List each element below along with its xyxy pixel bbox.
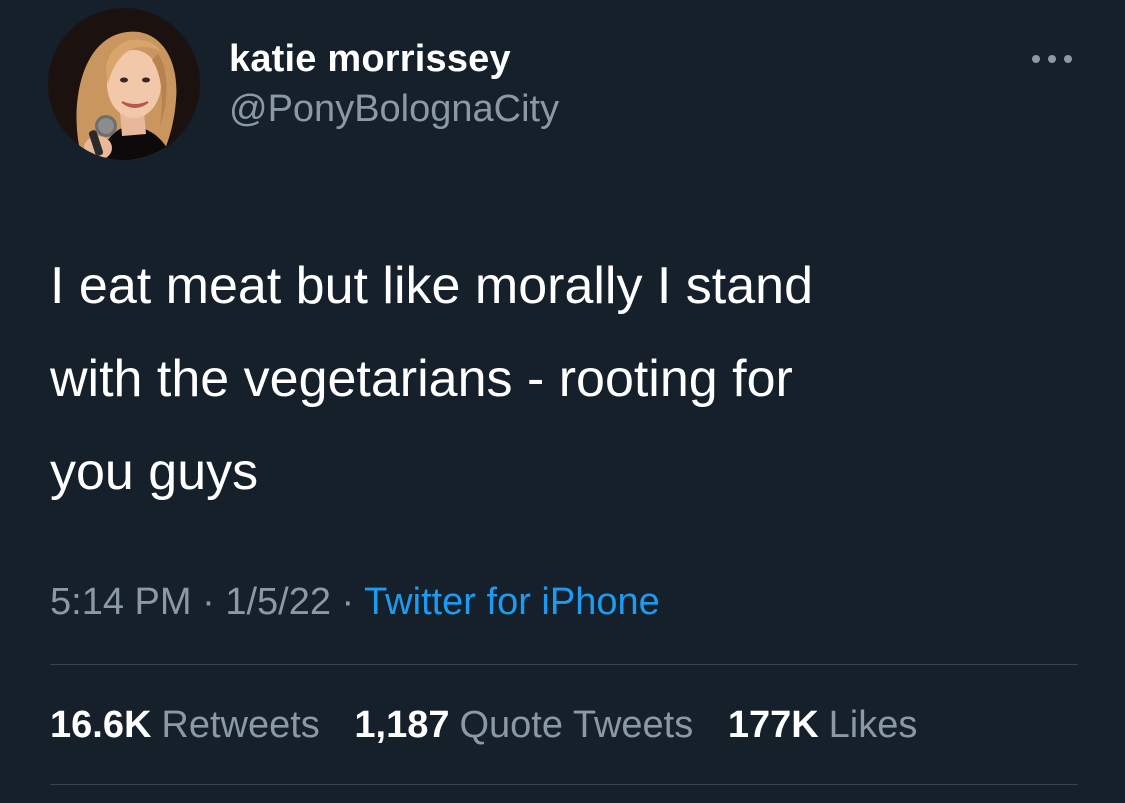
quote-tweets-count: 1,187 [354, 704, 450, 746]
avatar[interactable] [48, 8, 200, 160]
tweet-source-link[interactable]: Twitter for iPhone [364, 581, 660, 623]
retweets-label: Retweets [161, 704, 320, 746]
quote-tweets-stat[interactable]: 1,187 Quote Tweets [354, 701, 693, 749]
divider [50, 664, 1078, 665]
tweet-card: katie morrissey @PonyBolognaCity I eat m… [0, 0, 1125, 803]
meta-separator: · [202, 581, 215, 623]
likes-label: Likes [828, 704, 918, 746]
more-options-button[interactable] [1028, 44, 1076, 74]
display-name[interactable]: katie morrissey [229, 36, 559, 82]
tweet-time[interactable]: 5:14 PM [50, 581, 192, 623]
retweets-count: 16.6K [50, 704, 152, 746]
meta-separator: · [341, 581, 355, 623]
author-block: katie morrissey @PonyBolognaCity [229, 36, 559, 132]
username-handle[interactable]: @PonyBolognaCity [229, 86, 559, 132]
retweets-stat[interactable]: 16.6K Retweets [50, 701, 320, 749]
tweet-metadata: 5:14 PM · 1/5/22 · Twitter for iPhone [50, 578, 660, 626]
more-horizontal-icon [1032, 55, 1072, 63]
quote-tweets-label: Quote Tweets [459, 704, 694, 746]
profile-photo-icon [48, 8, 200, 160]
engagement-stats: 16.6K Retweets 1,187 Quote Tweets 177K Like… [50, 701, 917, 749]
tweet-text: I eat meat but like morally I stand with… [50, 257, 814, 501]
tweet-date[interactable]: 1/5/22 [225, 581, 331, 623]
divider [50, 784, 1078, 785]
likes-count: 177K [727, 704, 819, 746]
likes-stat[interactable]: 177K Likes [728, 701, 918, 749]
